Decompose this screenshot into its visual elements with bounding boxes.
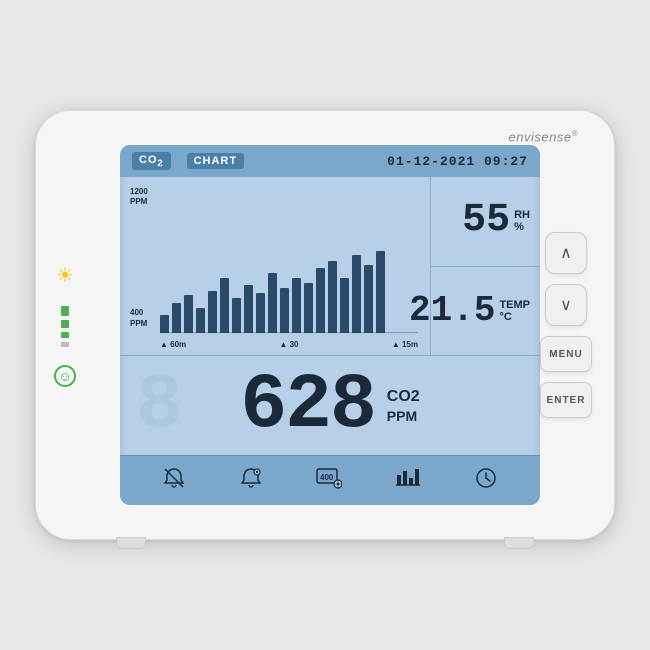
bar-9: [256, 293, 265, 333]
top-bar: CO2 CHART 01-12-2021 09:27: [120, 145, 540, 177]
temp-symbol: °C: [499, 311, 511, 323]
device-feet: [116, 537, 534, 549]
bar-2: [172, 303, 181, 333]
datetime-display: 01-12-2021 09:27: [387, 154, 528, 169]
svg-text:400: 400: [320, 473, 334, 482]
left-indicators: ☀ ☺: [54, 263, 76, 387]
chart-mode-label: CHART: [187, 153, 245, 169]
bar-7: [232, 298, 241, 333]
x-label-15m: ▲ 15m: [392, 340, 418, 349]
bar-11: [280, 288, 289, 333]
bell-settings-icon[interactable]: [240, 467, 262, 494]
bell-mute-svg: [163, 467, 185, 489]
clock-svg: [475, 467, 497, 489]
bar-19: [376, 251, 385, 333]
bar-10: [268, 273, 277, 333]
bar-5: [208, 291, 217, 333]
chart-bar-icon[interactable]: [396, 467, 420, 495]
bell-mute-icon[interactable]: [163, 467, 185, 495]
x-label-30: ▲ 30: [279, 340, 298, 349]
menu-button[interactable]: MENU: [540, 336, 592, 372]
bar-18: [364, 265, 373, 333]
bar-8: [244, 285, 253, 333]
calibrate-icon[interactable]: 400: [316, 467, 342, 494]
x-label-60m: ▲ 60m: [160, 340, 186, 349]
temperature-display: 21.5 TEMP °C: [431, 267, 540, 356]
co2-big-display: 8 628 CO2 PPM: [120, 355, 540, 455]
bar-17: [352, 255, 361, 333]
temp-label: TEMP: [499, 299, 530, 311]
foot-right: [504, 537, 534, 549]
up-button[interactable]: ∧: [545, 232, 587, 274]
device: envisense® ☀ ☺ CO2 CHART 01-12-2021 09:2…: [35, 110, 615, 540]
foot-left: [116, 537, 146, 549]
bell-gear-svg: [240, 467, 262, 489]
signal-bar: [61, 306, 69, 347]
right-button-panel: ∧ ∨ MENU ENTER: [540, 232, 592, 418]
bar-14: [316, 268, 325, 333]
bar-chart: ▲ 60m ▲ 30 ▲ 15m: [130, 183, 422, 351]
bottom-bar: 400: [120, 455, 540, 505]
temperature-unit: TEMP °C: [499, 299, 530, 323]
co2-ppm-unit: PPM: [387, 408, 417, 424]
humidity-unit: RH %: [514, 209, 530, 233]
smiley-icon: ☺: [54, 365, 76, 387]
right-info-panel: 55 RH % 21.5 TEMP °C: [430, 177, 540, 355]
bar-13: [304, 283, 313, 333]
co2-unit-labels: CO2 PPM: [387, 388, 420, 424]
chart-section: 1200PPM 400PPM: [120, 177, 430, 355]
bar-4: [196, 308, 205, 333]
bar-6: [220, 278, 229, 333]
bar-15: [328, 261, 337, 333]
screen: CO2 CHART 01-12-2021 09:27 1200PPM 400PP…: [120, 145, 540, 505]
bar-12: [292, 278, 301, 333]
rh-label: RH: [514, 209, 530, 221]
enter-button[interactable]: ENTER: [540, 382, 592, 418]
humidity-value: 55: [462, 201, 510, 241]
sun-icon: ☀: [56, 263, 74, 288]
main-area: 1200PPM 400PPM: [120, 177, 540, 355]
chart-bars-svg: [396, 467, 420, 489]
chart-baseline: [160, 332, 418, 333]
rh-symbol: %: [514, 221, 524, 233]
brand-label: envisense®: [509, 129, 578, 144]
calibrate-svg: 400: [316, 467, 342, 489]
chart-x-labels: ▲ 60m ▲ 30 ▲ 15m: [160, 340, 418, 349]
co2-mode-label: CO2: [132, 152, 171, 170]
bar-16: [340, 278, 349, 333]
bar-3: [184, 295, 193, 333]
bar-1: [160, 315, 169, 333]
co2-value: 628: [240, 367, 374, 445]
down-button[interactable]: ∨: [545, 284, 587, 326]
clock-icon[interactable]: [475, 467, 497, 495]
co2-ghost-digit: 8: [136, 367, 181, 445]
co2-label: CO2: [387, 388, 420, 406]
humidity-display: 55 RH %: [431, 177, 540, 267]
